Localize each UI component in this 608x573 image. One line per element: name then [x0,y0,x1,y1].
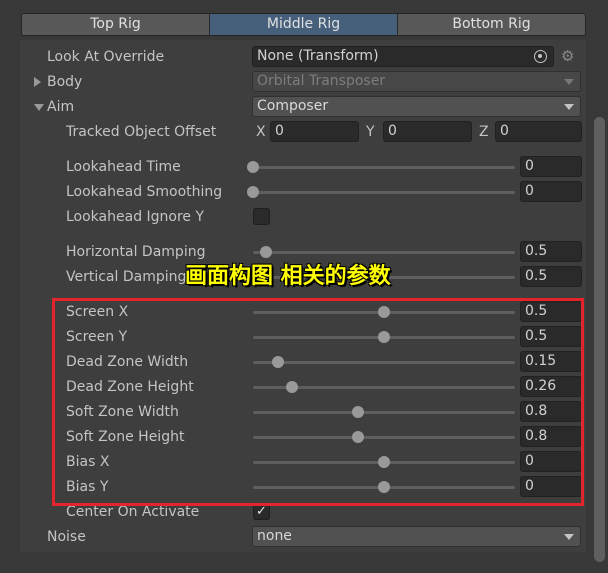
horizontal-damping-input[interactable]: 0.5 [520,241,582,262]
tab-bottom-rig[interactable]: Bottom Rig [398,14,585,35]
tab-top-rig[interactable]: Top Rig [22,14,210,35]
noise-dropdown[interactable]: none [252,526,581,547]
x-label: X [256,124,266,140]
body-label[interactable]: Body [47,72,82,92]
aim-foldout-icon[interactable] [34,104,44,111]
body-foldout-icon[interactable] [34,77,41,87]
look-at-override-field[interactable]: None (Transform) [252,46,554,67]
noise-label: Noise [47,529,86,545]
gear-icon[interactable]: ⚙ [561,47,574,65]
y-label: Y [366,124,375,140]
look-at-override-label: Look At Override [47,49,165,65]
vertical-damping-label: Vertical Damping [66,269,187,285]
slider-handle[interactable] [247,161,259,173]
rig-tabs: Top Rig Middle Rig Bottom Rig [21,13,586,36]
offset-y-input[interactable]: 0 [383,121,472,142]
body-dropdown: Orbital Transposer [252,71,581,92]
noise-value: none [257,528,292,544]
lookahead-time-input[interactable]: 0 [520,156,582,177]
horizontal-damping-slider[interactable] [253,246,515,258]
lookahead-ignore-y-label: Lookahead Ignore Y [66,209,205,225]
lookahead-smoothing-input[interactable]: 0 [520,181,582,202]
vertical-damping-input[interactable]: 0.5 [520,266,582,287]
annotation-caption: 画面构图 相关的参数 [185,264,391,289]
lookahead-smoothing-slider[interactable] [247,186,515,198]
lookahead-ignore-y-checkbox[interactable] [253,208,270,225]
chevron-down-icon [564,534,574,540]
look-at-override-value: None (Transform) [257,48,379,64]
offset-x-input[interactable]: 0 [270,121,359,142]
annotation-highlight-box [52,298,584,506]
scrollbar[interactable] [594,117,605,562]
aim-value: Composer [257,98,329,114]
object-picker-icon[interactable] [534,50,547,63]
lookahead-smoothing-label: Lookahead Smoothing [66,184,223,200]
body-value: Orbital Transposer [257,73,386,89]
chevron-down-icon [564,104,574,110]
chevron-down-icon [564,79,574,85]
lookahead-time-slider[interactable] [247,161,515,173]
slider-handle[interactable] [247,186,259,198]
lookahead-time-label: Lookahead Time [66,159,181,175]
aim-label[interactable]: Aim [47,97,74,117]
tab-middle-rig[interactable]: Middle Rig [210,14,398,35]
z-label: Z [479,124,489,140]
aim-dropdown[interactable]: Composer [252,96,581,117]
tracked-object-offset-label: Tracked Object Offset [66,124,217,140]
slider-handle[interactable] [260,246,273,258]
offset-z-input[interactable]: 0 [495,121,582,142]
